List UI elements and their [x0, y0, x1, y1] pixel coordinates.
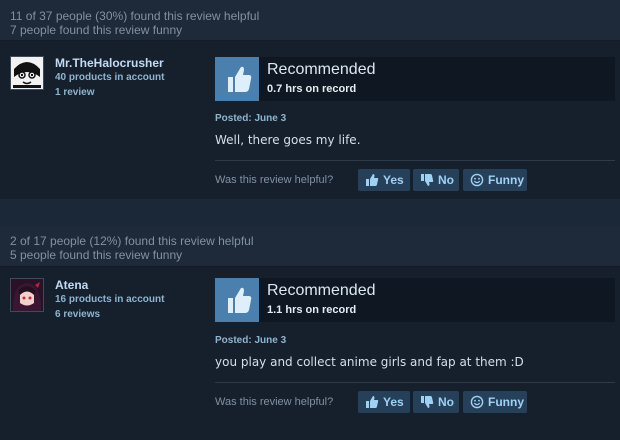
products-count-link[interactable]: 16 products in account — [55, 294, 164, 305]
vote-no-label: No — [438, 173, 454, 187]
recommendation-title: Recommended — [267, 61, 376, 78]
thumbs-up-icon — [215, 278, 259, 322]
recommendation-box[interactable]: Recommended 1.1 hrs on record — [215, 278, 615, 322]
vote-no-button[interactable]: No — [413, 169, 459, 191]
vote-yes-label: Yes — [383, 395, 404, 409]
anime-girl-avatar — [11, 279, 43, 311]
vote-no-label: No — [438, 395, 454, 409]
review-text: you play and collect anime girls and fap… — [215, 355, 524, 369]
avatar[interactable] — [10, 278, 44, 312]
review-divider — [215, 382, 615, 383]
user-name-link[interactable]: Atena — [55, 278, 88, 292]
helpful-question: Was this review helpful? — [215, 396, 334, 408]
anime-face-avatar — [11, 57, 43, 89]
helpful-question: Was this review helpful? — [215, 174, 334, 186]
helpful-count-text: 2 of 17 people (12%) found this review h… — [10, 234, 254, 248]
recommendation-title: Recommended — [267, 282, 376, 299]
thumbs-down-icon — [421, 174, 434, 186]
vote-yes-button[interactable]: Yes — [358, 169, 410, 191]
thumbs-up-icon — [366, 174, 379, 186]
products-count-link[interactable]: 40 products in account — [55, 72, 164, 83]
helpful-count-text: 11 of 37 people (30%) found this review … — [10, 9, 260, 23]
vote-no-button[interactable]: No — [413, 391, 459, 413]
recommendation-box[interactable]: Recommended 0.7 hrs on record — [215, 57, 615, 101]
review-divider — [215, 160, 615, 161]
review-separator — [0, 199, 620, 226]
smiley-icon — [470, 173, 484, 187]
vote-yes-button[interactable]: Yes — [358, 391, 410, 413]
review-card: 11 of 37 people (30%) found this review … — [0, 0, 620, 199]
posted-date: Posted: June 3 — [215, 335, 287, 346]
user-name-link[interactable]: Mr.TheHalocrusher — [55, 56, 164, 70]
vote-yes-label: Yes — [383, 173, 404, 187]
smiley-icon — [470, 395, 484, 409]
review-card: 2 of 17 people (12%) found this review h… — [0, 226, 620, 440]
vote-funny-button[interactable]: Funny — [463, 169, 527, 191]
vote-funny-label: Funny — [488, 173, 524, 187]
review-text: Well, there goes my life. — [215, 133, 361, 147]
thumbs-up-icon — [366, 396, 379, 408]
review-helpful-summary: 11 of 37 people (30%) found this review … — [0, 0, 620, 41]
reviews-count-link[interactable]: 1 review — [55, 87, 94, 98]
avatar[interactable] — [10, 56, 44, 90]
review-helpful-summary: 2 of 17 people (12%) found this review h… — [0, 226, 620, 267]
vote-funny-button[interactable]: Funny — [463, 391, 527, 413]
vote-funny-label: Funny — [488, 395, 524, 409]
hours-on-record: 0.7 hrs on record — [267, 83, 357, 95]
posted-date: Posted: June 3 — [215, 113, 287, 124]
thumbs-up-icon — [215, 57, 259, 101]
funny-count-text: 7 people found this review funny — [10, 23, 183, 37]
thumbs-down-icon — [421, 396, 434, 408]
hours-on-record: 1.1 hrs on record — [267, 304, 357, 316]
reviews-count-link[interactable]: 6 reviews — [55, 309, 100, 320]
funny-count-text: 5 people found this review funny — [10, 248, 183, 262]
